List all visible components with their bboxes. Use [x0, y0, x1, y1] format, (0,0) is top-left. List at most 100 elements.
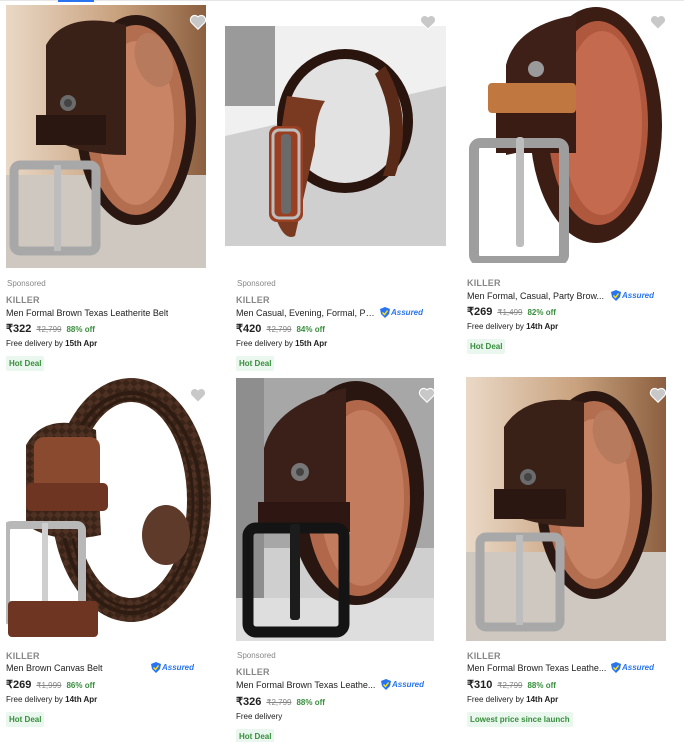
delivery-info: Free delivery by 15th Apr	[236, 339, 327, 348]
assured-label: Assured	[622, 663, 655, 672]
discount-percent: 82% off	[527, 308, 556, 317]
deal-badge: Lowest price since launch	[467, 712, 573, 727]
price-row: ₹326 ₹2,799 88% off	[236, 695, 325, 708]
delivery-prefix: Free delivery	[236, 712, 283, 721]
belt-brown-black-buckle-icon	[236, 378, 434, 641]
delivery-date: 14th Apr	[526, 322, 559, 331]
product-image[interactable]	[236, 378, 434, 641]
selling-price: ₹269	[6, 679, 32, 691]
belt-dark-brown-tan-loop-icon	[466, 5, 672, 263]
delivery-info: Free delivery by 14th Apr	[467, 322, 558, 331]
product-card[interactable]: Sponsored KILLER Men Formal Brown Texas …	[236, 375, 456, 742]
wishlist-heart-icon[interactable]	[418, 387, 436, 403]
product-image[interactable]	[6, 5, 206, 268]
product-title[interactable]: Men Formal Brown Texas Leathe...	[236, 680, 375, 690]
delivery-prefix: Free delivery by	[6, 339, 66, 348]
selling-price: ₹420	[236, 323, 262, 335]
belt-brown-coiled-icon	[466, 377, 666, 641]
wishlist-heart-icon[interactable]	[649, 387, 667, 403]
discount-percent: 88% off	[296, 698, 325, 707]
original-price: ₹2,799	[266, 325, 292, 334]
assured-label: Assured	[392, 680, 425, 689]
assured-badge: Assured	[611, 290, 654, 301]
price-row: ₹269 ₹1,499 82% off	[467, 305, 556, 318]
delivery-prefix: Free delivery by	[6, 695, 66, 704]
assured-shield-icon	[611, 662, 621, 673]
brand-name: KILLER	[467, 651, 501, 661]
brand-name: KILLER	[236, 667, 270, 677]
delivery-info: Free delivery by 14th Apr	[6, 695, 97, 704]
original-price: ₹2,799	[497, 681, 523, 690]
assured-shield-icon	[380, 307, 390, 318]
assured-shield-icon	[151, 662, 161, 673]
wishlist-heart-icon[interactable]	[189, 387, 207, 403]
delivery-info: Free delivery by 14th Apr	[467, 695, 558, 704]
price-row: ₹322 ₹2,799 88% off	[6, 322, 95, 335]
product-title[interactable]: Men Casual, Evening, Formal, Pa...	[236, 308, 376, 318]
deal-badge: Hot Deal	[6, 356, 45, 371]
belt-brown-coiled-icon	[6, 5, 206, 268]
belt-brown-slim-buckle-icon	[225, 26, 446, 246]
assured-badge: Assured	[611, 662, 654, 673]
product-card[interactable]: Sponsored KILLER Men Formal Brown Texas …	[6, 0, 226, 380]
product-card[interactable]: KILLER Men Brown Canvas Belt Assured ₹26…	[6, 375, 226, 742]
product-image[interactable]	[466, 5, 672, 263]
assured-label: Assured	[622, 291, 655, 300]
product-card[interactable]: KILLER Men Formal Brown Texas Leathe... …	[466, 375, 684, 742]
sponsored-label: Sponsored	[7, 279, 46, 288]
original-price: ₹2,799	[266, 698, 292, 707]
delivery-date: 15th Apr	[295, 339, 328, 348]
price-row: ₹310 ₹2,799 88% off	[467, 678, 556, 691]
deal-badge: Hot Deal	[236, 356, 275, 371]
discount-percent: 88% off	[66, 325, 95, 334]
delivery-info: Free delivery by 15th Apr	[6, 339, 97, 348]
product-title[interactable]: Men Formal, Casual, Party Brow...	[467, 291, 604, 301]
delivery-prefix: Free delivery by	[467, 695, 527, 704]
product-image[interactable]	[466, 377, 666, 641]
deal-badge: Hot Deal	[6, 712, 45, 727]
brand-name: KILLER	[6, 295, 40, 305]
assured-shield-icon	[381, 679, 391, 690]
delivery-prefix: Free delivery by	[467, 322, 527, 331]
product-card[interactable]: Sponsored KILLER Men Casual, Evening, Fo…	[225, 0, 446, 380]
product-title[interactable]: Men Brown Canvas Belt	[6, 663, 103, 673]
delivery-date: 14th Apr	[526, 695, 559, 704]
product-title[interactable]: Men Formal Brown Texas Leatherite Belt	[6, 308, 168, 318]
delivery-prefix: Free delivery by	[236, 339, 296, 348]
deal-badge: Hot Deal	[236, 729, 275, 742]
brand-name: KILLER	[236, 295, 270, 305]
belt-braided-canvas-icon	[6, 375, 211, 640]
product-title[interactable]: Men Formal Brown Texas Leathe...	[467, 663, 606, 673]
price-row: ₹420 ₹2,799 84% off	[236, 322, 325, 335]
sponsored-label: Sponsored	[237, 651, 276, 660]
selling-price: ₹326	[236, 696, 262, 708]
assured-shield-icon	[611, 290, 621, 301]
original-price: ₹1,999	[36, 681, 62, 690]
product-image[interactable]	[6, 375, 211, 640]
wishlist-heart-icon[interactable]	[189, 14, 207, 30]
sponsored-label: Sponsored	[237, 279, 276, 288]
selling-price: ₹310	[467, 679, 493, 691]
selling-price: ₹269	[467, 306, 493, 318]
assured-badge: Assured	[381, 679, 424, 690]
original-price: ₹2,799	[36, 325, 62, 334]
price-row: ₹269 ₹1,999 86% off	[6, 678, 95, 691]
delivery-date: 15th Apr	[65, 339, 98, 348]
wishlist-heart-icon[interactable]	[649, 14, 667, 30]
discount-percent: 86% off	[66, 681, 95, 690]
product-image[interactable]	[225, 26, 446, 246]
discount-percent: 84% off	[296, 325, 325, 334]
original-price: ₹1,499	[497, 308, 523, 317]
delivery-date: 14th Apr	[65, 695, 98, 704]
assured-badge: Assured	[151, 662, 194, 673]
assured-label: Assured	[162, 663, 195, 672]
brand-name: KILLER	[467, 278, 501, 288]
discount-percent: 88% off	[527, 681, 556, 690]
assured-label: Assured	[391, 308, 424, 317]
delivery-info: Free delivery	[236, 712, 282, 721]
assured-badge: Assured	[380, 307, 423, 318]
product-card[interactable]: KILLER Men Formal, Casual, Party Brow...…	[466, 0, 684, 380]
wishlist-heart-icon[interactable]	[419, 14, 437, 30]
selling-price: ₹322	[6, 323, 32, 335]
brand-name: KILLER	[6, 651, 40, 661]
